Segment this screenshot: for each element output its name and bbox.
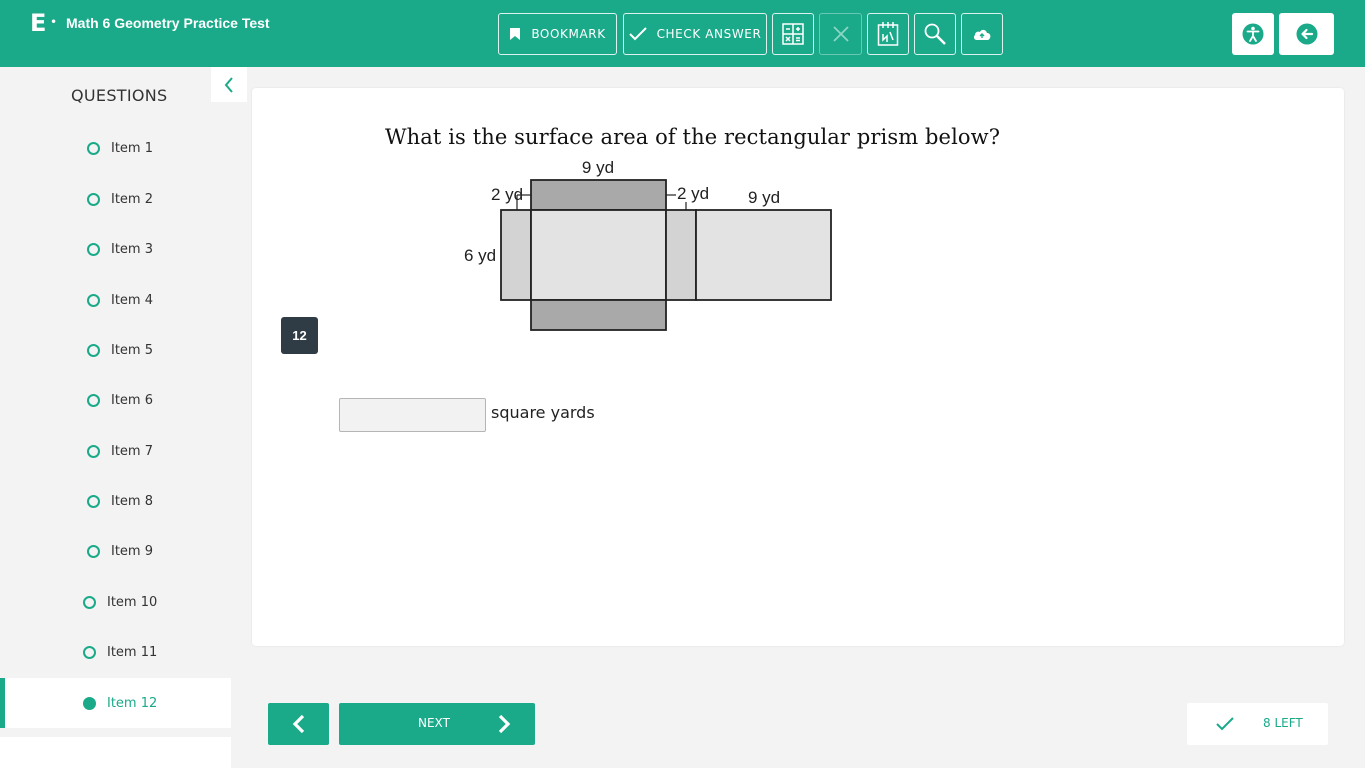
remaining-questions-indicator: 8 LEFT bbox=[1187, 703, 1328, 745]
status-circle-icon bbox=[87, 141, 100, 155]
question-prompt: What is the surface area of the rectangu… bbox=[385, 125, 1001, 149]
accessibility-icon bbox=[1242, 23, 1264, 45]
question-number-badge: 12 bbox=[281, 317, 318, 354]
status-circle-icon bbox=[83, 645, 96, 659]
label-top-length: 9 yd bbox=[582, 158, 614, 177]
top-bar: E • Math 6 Geometry Practice Test BOOKMAR… bbox=[0, 0, 1365, 67]
sidebar-footer bbox=[0, 737, 231, 768]
sidebar-item-8[interactable]: Item 8 bbox=[0, 476, 231, 526]
status-circle-filled-icon bbox=[83, 696, 96, 710]
answer-input[interactable] bbox=[339, 398, 486, 432]
sidebar-title: QUESTIONS bbox=[71, 86, 168, 105]
sidebar-item-5[interactable]: Item 5 bbox=[0, 325, 231, 375]
label-left-height: 2 yd bbox=[491, 185, 523, 204]
sidebar-item-6[interactable]: Item 6 bbox=[0, 375, 231, 425]
active-indicator bbox=[0, 678, 5, 728]
sidebar-item-1[interactable]: Item 1 bbox=[0, 123, 231, 173]
sidebar-item-7[interactable]: Item 7 bbox=[0, 426, 231, 476]
magnifier-button[interactable] bbox=[914, 13, 956, 55]
status-circle-icon bbox=[87, 544, 100, 558]
app-logo[interactable]: E • bbox=[30, 10, 57, 42]
status-circle-icon bbox=[87, 242, 100, 256]
save-button[interactable] bbox=[961, 13, 1003, 55]
status-circle-icon bbox=[87, 293, 100, 307]
magnifier-icon bbox=[924, 23, 946, 45]
check-icon bbox=[628, 27, 647, 41]
calculator-button[interactable] bbox=[772, 13, 814, 55]
status-circle-icon bbox=[87, 393, 100, 407]
sidebar-item-2[interactable]: Item 2 bbox=[0, 174, 231, 224]
chevron-left-icon bbox=[292, 714, 304, 734]
status-circle-icon bbox=[87, 494, 100, 508]
chevron-right-icon bbox=[498, 714, 511, 734]
cloud-save-icon bbox=[973, 29, 991, 40]
label-right-height: 2 yd bbox=[677, 184, 709, 203]
top-face bbox=[530, 179, 667, 211]
previous-button[interactable] bbox=[268, 703, 329, 745]
formula-sheet-icon bbox=[877, 22, 899, 46]
status-circle-icon bbox=[87, 343, 100, 357]
bookmark-icon bbox=[510, 28, 521, 40]
front-face bbox=[530, 209, 667, 301]
exit-icon bbox=[1296, 23, 1317, 45]
left-face bbox=[500, 209, 532, 301]
questions-sidebar: QUESTIONS Item 1 Item 2 Item 3 Item 4 It… bbox=[0, 67, 247, 768]
sidebar-item-9[interactable]: Item 9 bbox=[0, 526, 231, 576]
collapse-sidebar-button[interactable] bbox=[211, 67, 247, 102]
status-circle-icon bbox=[83, 595, 96, 609]
status-circle-icon bbox=[87, 444, 100, 458]
sidebar-item-4[interactable]: Item 4 bbox=[0, 275, 231, 325]
formula-sheet-button[interactable] bbox=[867, 13, 909, 55]
back-face bbox=[695, 209, 832, 301]
label-right-length: 9 yd bbox=[748, 188, 780, 207]
accessibility-button[interactable] bbox=[1232, 13, 1274, 55]
sidebar-item-10[interactable]: Item 10 bbox=[0, 577, 231, 627]
sidebar-item-11[interactable]: Item 11 bbox=[0, 627, 231, 677]
exit-button[interactable] bbox=[1279, 13, 1334, 55]
chevron-left-icon bbox=[224, 76, 233, 93]
eliminate-button[interactable] bbox=[819, 13, 862, 55]
close-icon bbox=[832, 26, 849, 42]
next-button[interactable]: NEXT bbox=[339, 703, 535, 745]
status-circle-icon bbox=[87, 192, 100, 206]
sidebar-item-3[interactable]: Item 3 bbox=[0, 224, 231, 274]
sidebar-item-12[interactable]: Item 12 bbox=[0, 678, 231, 728]
prism-net-diagram: 9 yd 2 yd 2 yd 9 yd 6 yd bbox=[464, 158, 832, 331]
check-icon bbox=[1216, 717, 1234, 731]
bookmark-button[interactable]: BOOKMARK bbox=[498, 13, 617, 55]
answer-unit-label: square yards bbox=[491, 403, 595, 422]
check-answer-button[interactable]: CHECK ANSWER bbox=[623, 13, 767, 55]
right-face bbox=[665, 209, 697, 301]
test-title: Math 6 Geometry Practice Test bbox=[66, 15, 270, 31]
bottom-face bbox=[530, 299, 667, 331]
calculator-icon bbox=[782, 23, 804, 45]
label-side-height: 6 yd bbox=[464, 246, 496, 265]
